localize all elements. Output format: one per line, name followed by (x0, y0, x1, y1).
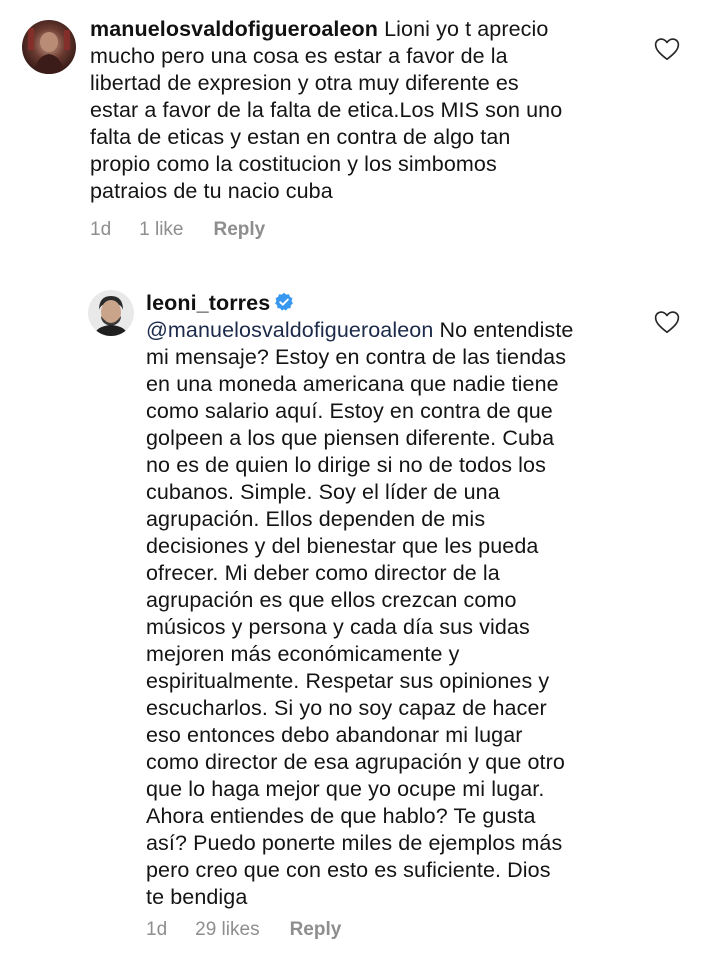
comment-line: mi mensaje? Estoy en contra de las tiend… (146, 345, 567, 369)
comment-text-part: Lioni yo t aprecio (378, 17, 549, 41)
comment-line: agrupación. Ellos dependen de mis (146, 507, 486, 531)
comment-meta: 1d 29 likes Reply (146, 919, 341, 941)
comment-username[interactable]: leoni_torres (146, 291, 270, 315)
comment-line: ofrecer. Mi deber como director de la (146, 561, 500, 585)
comment-line: escucharlos. Si yo no soy capaz de hacer (146, 696, 547, 720)
comment-line: golpeen a los que piensen diferente. Cub… (146, 426, 555, 450)
comment-meta: 1d 1 like Reply (90, 219, 265, 241)
comment-line: como salario aquí. Estoy en contra de qu… (146, 399, 553, 423)
comment-text: leoni_torres @manuelosvaldofigueroaleon … (146, 290, 573, 911)
comment-line: patraios de tu nacio cuba (90, 179, 333, 203)
comment-likes[interactable]: 1 like (139, 219, 183, 241)
comment-line: mejoren más económicamente y (146, 642, 460, 666)
mention-link[interactable]: @manuelosvaldofigueroaleon (146, 318, 433, 342)
comment-text-part: No entendiste (433, 318, 574, 342)
comment-line: cubanos. Simple. Soy el líder de una (146, 480, 500, 504)
comment-line: como director de esa agrupación y que ot… (146, 750, 565, 774)
comment-text: manuelosvaldofigueroaleon Lioni yo t apr… (90, 16, 562, 205)
comment-line: en una moneda americana que nadie tiene (146, 372, 559, 396)
comment-line: propio como la costitucion y los simbomo… (90, 152, 497, 176)
comments-screen: manuelosvaldofigueroaleon Lioni yo t apr… (0, 0, 714, 960)
comment-line: eso entonces debo abandonar mi lugar (146, 723, 523, 747)
reply-button[interactable]: Reply (214, 219, 266, 241)
comment-line: libertad de expresion y otra muy diferen… (90, 71, 519, 95)
comment-line: músicos y persona y cada día sus vidas (146, 615, 530, 639)
comment-line: espiritualmente. Respetar sus opiniones … (146, 669, 550, 693)
heart-outline-icon[interactable] (654, 310, 680, 334)
comment-line: mucho pero una cosa es estar a favor de … (90, 44, 508, 68)
verified-badge-icon (275, 292, 294, 311)
comment-likes[interactable]: 29 likes (195, 919, 259, 941)
comment-line: agrupación es que ellos crezcan como (146, 588, 517, 612)
comment-username[interactable]: manuelosvaldofigueroaleon (90, 17, 378, 41)
comment-line: así? Puedo ponerte miles de ejemplos más (146, 831, 563, 855)
heart-outline-icon[interactable] (654, 37, 680, 61)
avatar[interactable] (22, 20, 76, 74)
comment-line: decisiones y del bienestar que les pueda (146, 534, 539, 558)
comment-time: 1d (90, 219, 112, 240)
avatar[interactable] (88, 290, 134, 336)
comment-line: te bendiga (146, 885, 248, 909)
comment-item: leoni_torres @manuelosvaldofigueroaleon … (0, 270, 714, 960)
comment-line: pero creo que con esto es suficiente. Di… (146, 858, 551, 882)
reply-button[interactable]: Reply (290, 919, 342, 941)
comment-line: estar a favor de la falta de etica.Los M… (90, 98, 563, 122)
comment-line: no es de quien lo dirige si no de todos … (146, 453, 546, 477)
comment-line: que lo haga mejor que yo ocupe mi lugar. (146, 777, 545, 801)
comment-time: 1d (146, 919, 168, 940)
comment-item: manuelosvaldofigueroaleon Lioni yo t apr… (0, 0, 714, 260)
comment-line: Ahora entiendes de que hablo? Te gusta (146, 804, 536, 828)
comment-line: falta de eticas y estan en contra de alg… (90, 125, 511, 149)
